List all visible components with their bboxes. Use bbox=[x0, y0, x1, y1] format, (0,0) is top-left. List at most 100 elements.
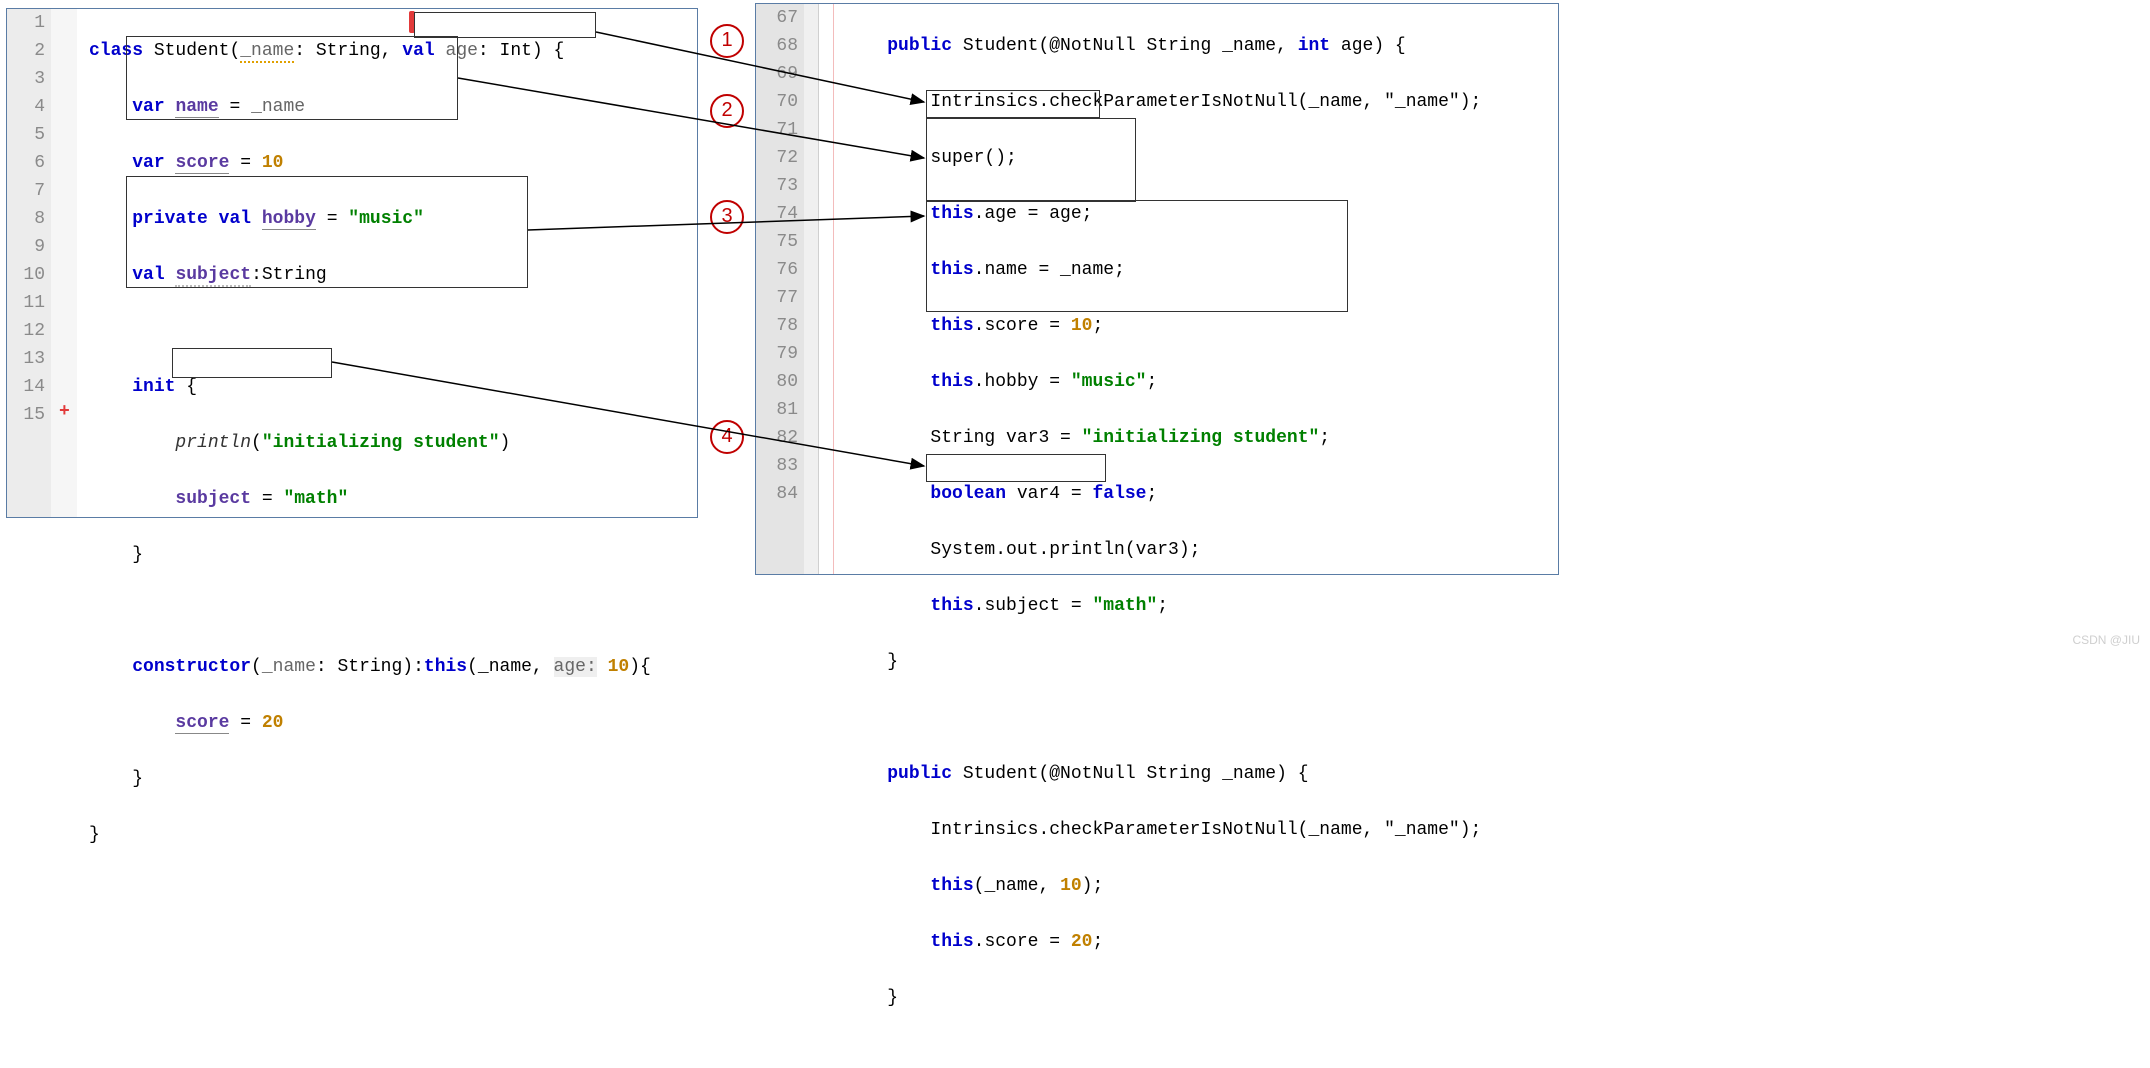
text: Student(@NotNull String _name, bbox=[963, 36, 1298, 56]
num: 10 bbox=[1060, 876, 1082, 896]
text: = bbox=[316, 209, 348, 229]
watermark: CSDN @JIU bbox=[2072, 633, 2140, 647]
num: 20 bbox=[262, 713, 284, 733]
line-number: 74 bbox=[756, 200, 798, 228]
line-number: 82 bbox=[756, 424, 798, 452]
str: "initializing student" bbox=[262, 433, 500, 453]
text bbox=[165, 153, 176, 173]
text: ( bbox=[251, 433, 262, 453]
param-hint: age: bbox=[554, 657, 597, 677]
text: .name = _name; bbox=[974, 260, 1125, 280]
diff-plus-marker: + bbox=[59, 402, 70, 422]
brace: } bbox=[887, 988, 898, 1008]
text: Intrinsics.checkParameterIsNotNull(_name… bbox=[930, 820, 1481, 840]
text: var4 = bbox=[1006, 484, 1092, 504]
left-gutter: 1 2 3 4 5 6 7 8 9 10 11 12 13 14 15 bbox=[7, 9, 51, 517]
num: 10 bbox=[1071, 316, 1093, 336]
kw-this: this bbox=[930, 260, 973, 280]
kw-this: this bbox=[930, 372, 973, 392]
text: .age = age; bbox=[974, 204, 1093, 224]
text: ; bbox=[1157, 596, 1168, 616]
right-fold-column[interactable] bbox=[804, 4, 818, 574]
line-number: 3 bbox=[7, 65, 45, 93]
text: (_name, bbox=[974, 876, 1060, 896]
line-number: 14 bbox=[7, 373, 45, 401]
line-number: 7 bbox=[7, 177, 45, 205]
id-subject: subject bbox=[175, 489, 251, 509]
text: Student( bbox=[154, 41, 240, 61]
id-hobby: hobby bbox=[262, 209, 316, 230]
kw-this: this bbox=[424, 657, 467, 677]
line-number: 84 bbox=[756, 480, 798, 508]
line-number: 71 bbox=[756, 116, 798, 144]
val-name: _name bbox=[251, 97, 305, 117]
text: :String bbox=[251, 265, 327, 285]
kw-this: this bbox=[930, 596, 973, 616]
text: Student(@NotNull String _name) { bbox=[952, 764, 1308, 784]
line-number: 1 bbox=[7, 9, 45, 37]
text: ); bbox=[1082, 876, 1104, 896]
kw-var: var bbox=[132, 97, 164, 117]
text: .hobby = bbox=[974, 372, 1071, 392]
line-number: 70 bbox=[756, 88, 798, 116]
str: "initializing student" bbox=[1082, 428, 1320, 448]
text: : String): bbox=[316, 657, 424, 677]
line-number: 80 bbox=[756, 368, 798, 396]
line-number: 5 bbox=[7, 121, 45, 149]
line-number: 79 bbox=[756, 340, 798, 368]
line-number: 69 bbox=[756, 60, 798, 88]
text: = bbox=[219, 97, 251, 117]
text: age) { bbox=[1330, 36, 1406, 56]
text: String var3 = bbox=[930, 428, 1081, 448]
java-code[interactable]: public Student(@NotNull String _name, in… bbox=[844, 4, 1481, 1068]
left-fold-column[interactable] bbox=[51, 9, 77, 517]
str: "music" bbox=[348, 209, 424, 229]
text: .score = bbox=[974, 316, 1071, 336]
text bbox=[952, 36, 963, 56]
text: = bbox=[229, 713, 261, 733]
kw-int: int bbox=[1298, 36, 1330, 56]
line-number: 72 bbox=[756, 144, 798, 172]
text: Intrinsics.checkParameterIsNotNull(_name… bbox=[930, 92, 1481, 112]
kw-val: val bbox=[219, 209, 251, 229]
fn-println: println bbox=[175, 433, 251, 453]
line-number: 8 bbox=[7, 205, 45, 233]
kw-this: this bbox=[930, 876, 973, 896]
line-number: 2 bbox=[7, 37, 45, 65]
text: .score = bbox=[974, 932, 1071, 952]
kw-val: val bbox=[402, 41, 434, 61]
text bbox=[165, 265, 176, 285]
text: ( bbox=[251, 657, 262, 677]
kotlin-editor-pane[interactable]: 1 2 3 4 5 6 7 8 9 10 11 12 13 14 15 clas… bbox=[6, 8, 698, 518]
line-number: 6 bbox=[7, 149, 45, 177]
brace: } bbox=[132, 769, 143, 789]
text bbox=[208, 209, 219, 229]
kotlin-code[interactable]: class Student(_name: String, val age: In… bbox=[89, 9, 651, 905]
kw-init: init bbox=[132, 377, 175, 397]
line-number: 15 bbox=[7, 401, 45, 429]
right-gutter: 67 68 69 70 71 72 73 74 75 76 77 78 79 8… bbox=[756, 4, 804, 574]
annotation-2: 2 bbox=[710, 94, 744, 128]
text bbox=[143, 41, 154, 61]
kw-val: val bbox=[132, 265, 164, 285]
line-number: 83 bbox=[756, 452, 798, 480]
str: "math" bbox=[1092, 596, 1157, 616]
kw-false: false bbox=[1092, 484, 1146, 504]
text: ){ bbox=[629, 657, 651, 677]
line-number: 67 bbox=[756, 4, 798, 32]
annotation-3: 3 bbox=[710, 200, 744, 234]
id-score: score bbox=[175, 153, 229, 174]
line-number: 4 bbox=[7, 93, 45, 121]
line-number: 77 bbox=[756, 284, 798, 312]
line-number: 12 bbox=[7, 317, 45, 345]
text: .subject = bbox=[974, 596, 1093, 616]
kw-public: public bbox=[887, 764, 952, 784]
line-number: 78 bbox=[756, 312, 798, 340]
id-subject: subject bbox=[175, 265, 251, 287]
line-number: 81 bbox=[756, 396, 798, 424]
brace: } bbox=[89, 825, 100, 845]
brace: } bbox=[887, 652, 898, 672]
annotation-1: 1 bbox=[710, 24, 744, 58]
java-editor-pane[interactable]: 67 68 69 70 71 72 73 74 75 76 77 78 79 8… bbox=[755, 3, 1559, 575]
text: = bbox=[229, 153, 261, 173]
